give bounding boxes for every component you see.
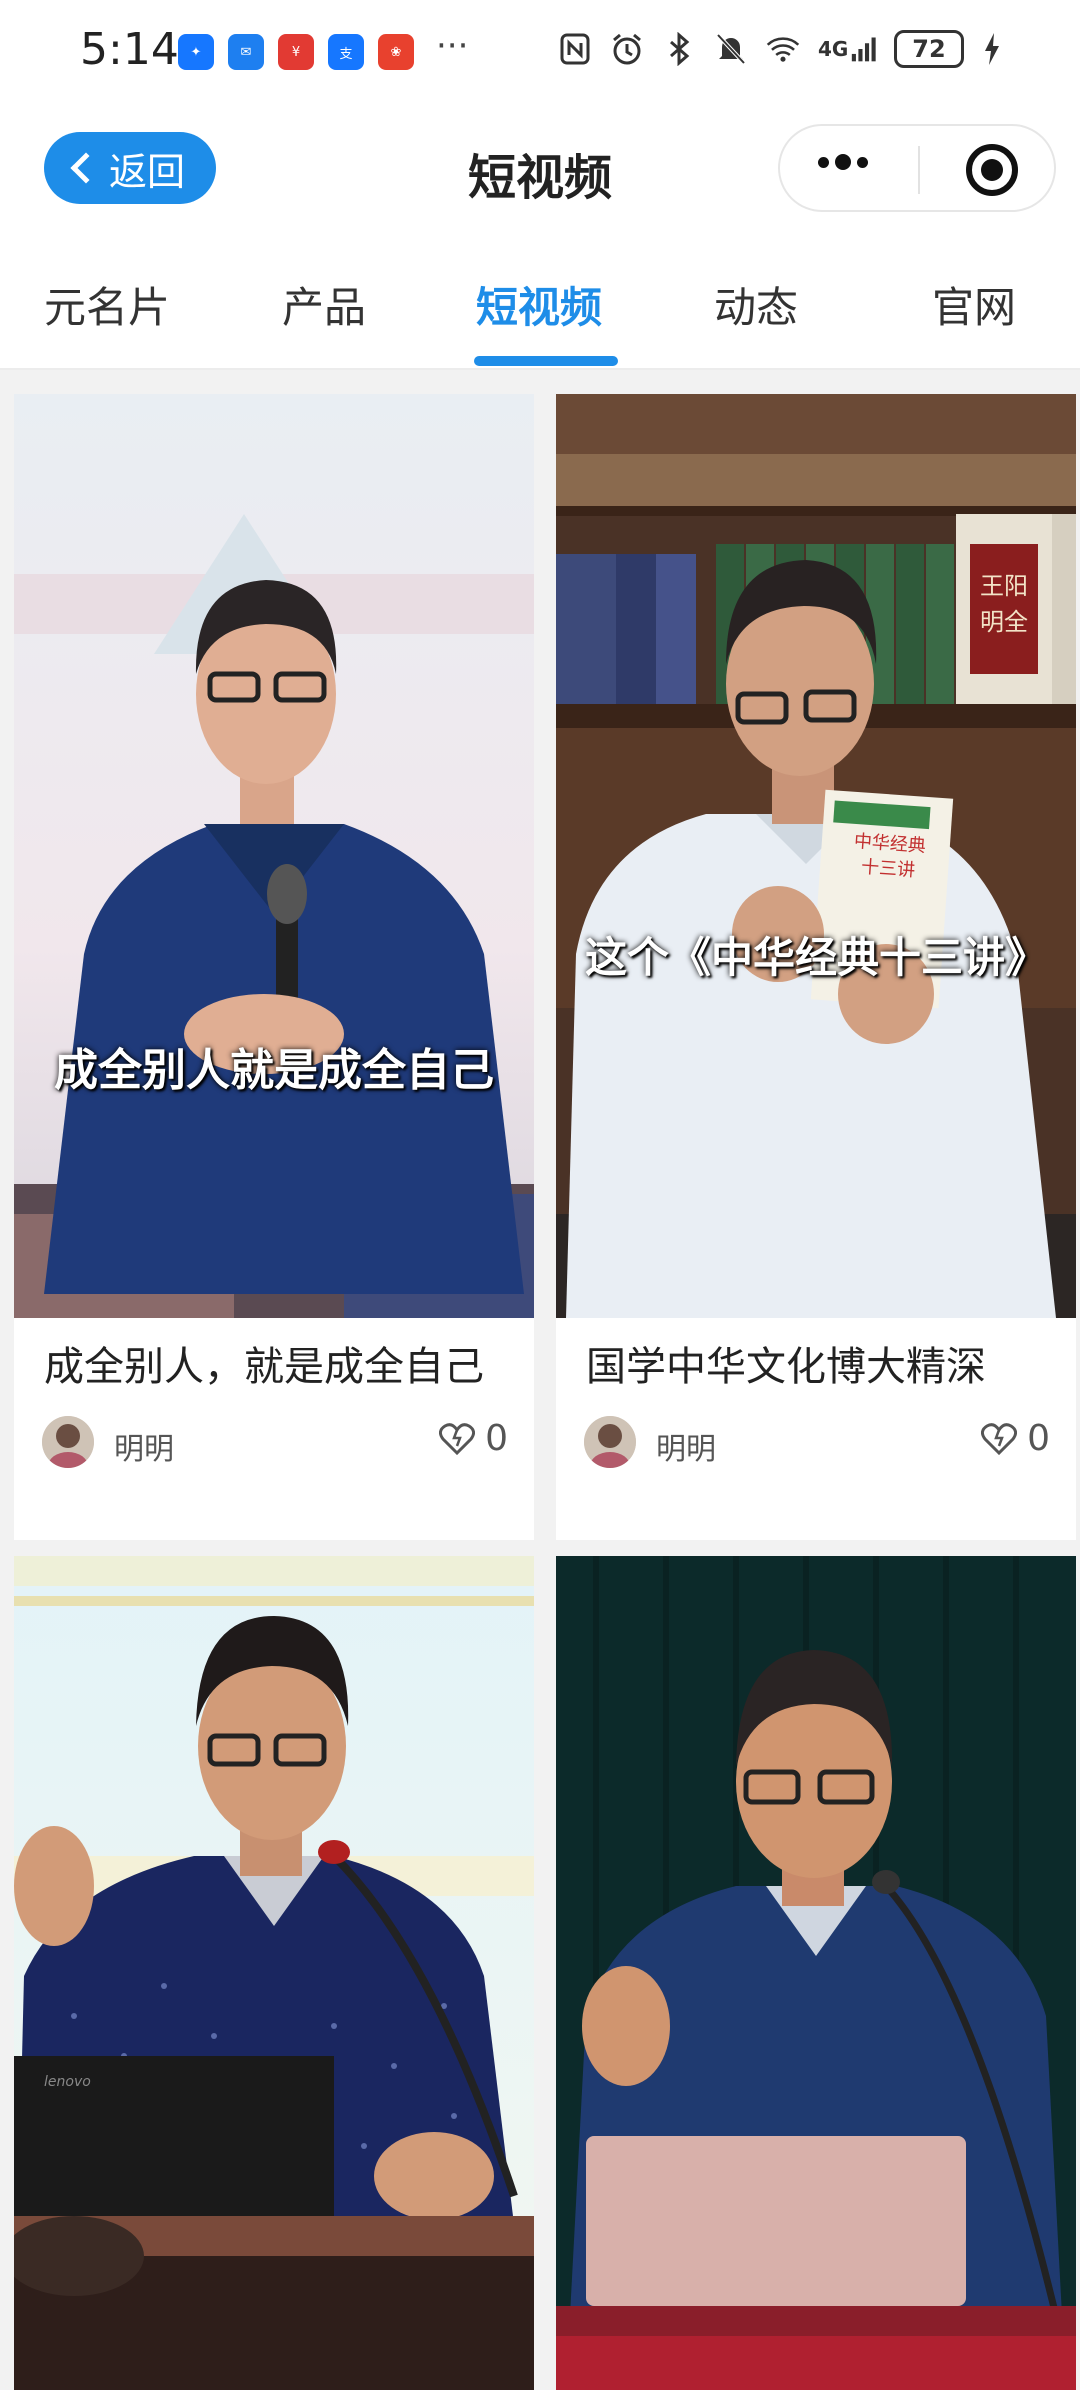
like-count: 0: [485, 1418, 508, 1459]
message-app-icon: ✦: [178, 34, 214, 70]
wifi-icon: [766, 31, 800, 67]
author-name: 明明: [114, 1432, 174, 1467]
video-title: 成全别人，就是成全自己: [44, 1344, 484, 1390]
avatar: [42, 1416, 94, 1468]
laptop-brand-text: lenovo: [44, 2074, 91, 2090]
video-meta: 明明 0: [584, 1416, 1050, 1472]
video-card[interactable]: lenovo: [14, 1556, 534, 2390]
heart-icon: [981, 1422, 1018, 1455]
avatar: [584, 1416, 636, 1468]
4g-signal-icon: 4G: [818, 31, 876, 67]
mail-app-icon: ✉: [228, 34, 264, 70]
svg-text:明全: 明全: [980, 608, 1028, 636]
tab-card[interactable]: 元名片: [44, 274, 170, 335]
video-thumbnail: lenovo: [14, 1556, 534, 2390]
tab-products[interactable]: 产品: [282, 274, 366, 335]
author-name: 明明: [656, 1432, 716, 1467]
more-notifications-icon: ···: [436, 26, 469, 66]
tab-website[interactable]: 官网: [932, 274, 1016, 335]
video-caption-overlay: 这个《中华经典十三讲》: [584, 933, 1047, 982]
more-options-button[interactable]: [818, 154, 868, 170]
huawei-app-icon: ❀: [378, 34, 414, 70]
mini-program-header: 返回 短视频: [0, 110, 1080, 240]
heart-icon: [439, 1422, 476, 1455]
mini-program-capsule: [778, 124, 1056, 212]
like-button[interactable]: 0: [439, 1418, 508, 1459]
video-thumbnail: 王阳 明全 中华经典 十三讲 这个《中华经典十三讲》: [556, 394, 1076, 1318]
video-card[interactable]: 成全别人就是成全自己 成全别人，就是成全自己 明明 0: [14, 394, 534, 1540]
video-thumbnail: [556, 1556, 1076, 2390]
category-tabs: 元名片 产品 短视频 动态 官网: [0, 240, 1080, 370]
nfc-icon: [558, 31, 592, 67]
tab-short-videos[interactable]: 短视频: [476, 274, 602, 335]
svg-text:十三讲: 十三讲: [860, 856, 915, 881]
video-thumbnail: 成全别人就是成全自己: [14, 394, 534, 1318]
alipay-app-icon: 支: [328, 34, 364, 70]
video-meta: 明明 0: [42, 1416, 508, 1472]
charging-icon: [982, 31, 1002, 67]
capsule-divider: [918, 146, 920, 194]
notification-app-icons: ✦ ✉ ¥ 支 ❀: [178, 34, 414, 70]
battery-level: 72: [912, 35, 946, 63]
video-card[interactable]: [556, 1556, 1076, 2390]
yunshanfu-app-icon: ¥: [278, 34, 314, 70]
close-mini-program-button[interactable]: [966, 144, 1018, 196]
status-time: 5:14: [80, 24, 179, 75]
svg-text:王阳: 王阳: [980, 572, 1028, 600]
active-tab-indicator: [474, 356, 618, 366]
alarm-icon: [610, 31, 644, 67]
system-status-icons: 4G 72: [558, 30, 1002, 68]
status-bar: 5:14 ✦ ✉ ¥ 支 ❀ ··· 4G 72: [0, 0, 1080, 110]
bluetooth-icon: [662, 31, 696, 67]
tab-news[interactable]: 动态: [714, 274, 798, 335]
video-caption-overlay: 成全别人就是成全自己: [54, 1045, 494, 1096]
video-card[interactable]: 王阳 明全 中华经典 十三讲 这个《中华经典十三讲》 国学中华文化博大精深 明明: [556, 394, 1076, 1540]
like-count: 0: [1027, 1418, 1050, 1459]
video-title: 国学中华文化博大精深: [586, 1344, 986, 1390]
battery-icon: 72: [894, 30, 964, 68]
like-button[interactable]: 0: [981, 1418, 1050, 1459]
mute-icon: [714, 31, 748, 67]
